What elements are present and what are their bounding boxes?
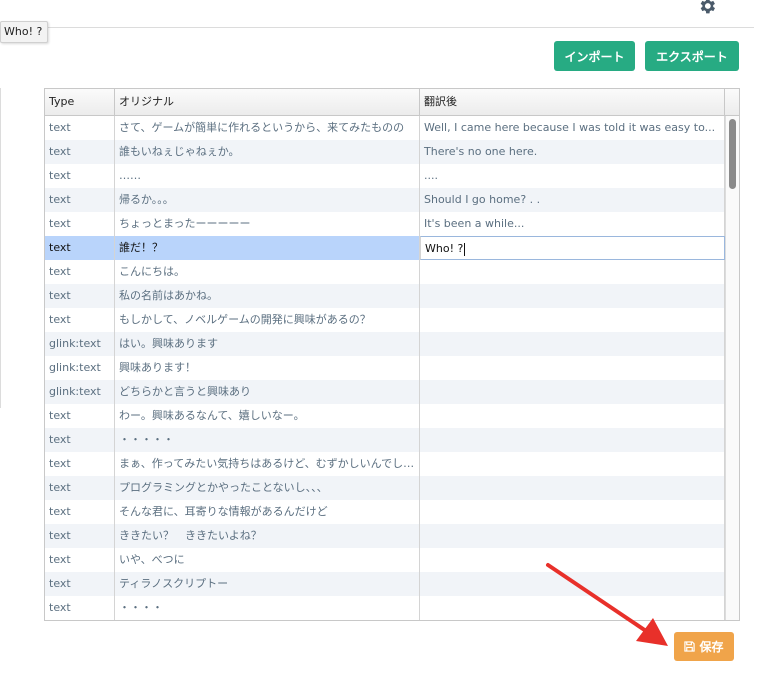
cell-original[interactable]: どちらかと言うと興味あり bbox=[115, 380, 420, 404]
cell-type[interactable]: text bbox=[45, 212, 115, 236]
text-caret bbox=[464, 242, 466, 256]
header-divider bbox=[0, 27, 754, 28]
cell-translation[interactable] bbox=[420, 260, 725, 284]
cell-type[interactable]: text bbox=[45, 548, 115, 572]
cell-type[interactable]: text bbox=[45, 404, 115, 428]
table-row[interactable]: text 私の名前はあかね。 bbox=[45, 284, 725, 308]
cell-original[interactable]: そんな君に、耳寄りな情報があるんだけど bbox=[115, 500, 420, 524]
save-button[interactable]: 保存 bbox=[674, 632, 734, 661]
cell-type[interactable]: text bbox=[45, 596, 115, 620]
table-row[interactable]: text そんな君に、耳寄りな情報があるんだけど bbox=[45, 500, 725, 524]
floppy-disk-icon bbox=[684, 641, 696, 652]
cell-translation[interactable]: Well, I came here because I was told it … bbox=[420, 116, 725, 140]
cell-original[interactable]: まぁ、作ってみたい気持ちはあるけど、むずかしいんでしょ? bbox=[115, 452, 420, 476]
cell-original[interactable]: …… bbox=[115, 164, 420, 188]
table-body: text さて、ゲームが簡単に作れるというから、来てみたものの Well, I ca… bbox=[45, 116, 725, 620]
table-row[interactable]: glink:text 興味あります！ bbox=[45, 356, 725, 380]
table-row[interactable]: text 誰もいねぇじゃねぇか。 There's no one here. bbox=[45, 140, 725, 164]
cell-translation[interactable]: .... bbox=[420, 164, 725, 188]
table-row[interactable]: text プログラミングとかやったことないし、、、 bbox=[45, 476, 725, 500]
table-row[interactable]: text…….... bbox=[45, 164, 725, 188]
cell-type[interactable]: text bbox=[45, 476, 115, 500]
cell-translation[interactable] bbox=[420, 332, 725, 356]
cell-original[interactable]: 私の名前はあかね。 bbox=[115, 284, 420, 308]
cell-type[interactable]: text bbox=[45, 452, 115, 476]
red-arrow-annotation bbox=[546, 563, 668, 646]
cell-original[interactable]: プログラミングとかやったことないし、、、 bbox=[115, 476, 420, 500]
table-row[interactable]: text さて、ゲームが簡単に作れるというから、来てみたものの Well, I ca… bbox=[45, 116, 725, 140]
cell-original[interactable]: ・・・・・ bbox=[115, 428, 420, 452]
left-panel-border bbox=[0, 88, 1, 408]
cell-original[interactable]: ・・・・ bbox=[115, 596, 420, 620]
column-header-translation[interactable]: 翻訳後 bbox=[420, 89, 725, 115]
cell-type[interactable]: text bbox=[45, 500, 115, 524]
gear-icon[interactable] bbox=[697, 0, 717, 16]
translation-input-value: Who! ? bbox=[425, 242, 464, 255]
cell-translation[interactable] bbox=[420, 524, 725, 548]
cell-original[interactable]: ちょっとまったーーーーー bbox=[115, 212, 420, 236]
cell-type[interactable]: text bbox=[45, 164, 115, 188]
cell-original[interactable]: 誰だ！？ bbox=[115, 236, 420, 260]
cell-type[interactable]: glink:text bbox=[45, 380, 115, 404]
cell-translation[interactable] bbox=[420, 404, 725, 428]
cell-original[interactable]: わー。興味あるなんて、嬉しいなー。 bbox=[115, 404, 420, 428]
table-row[interactable]: text 誰だ！？ Who! ? bbox=[45, 236, 725, 260]
table-header: Type オリジナル 翻訳後 bbox=[45, 89, 739, 116]
export-button[interactable]: エクスポート bbox=[645, 41, 739, 71]
cell-type[interactable]: text bbox=[45, 236, 115, 260]
table-row[interactable]: text わー。興味あるなんて、嬉しいなー。 bbox=[45, 404, 725, 428]
cell-type[interactable]: glink:text bbox=[45, 332, 115, 356]
table-row[interactable]: text こんにちは。 bbox=[45, 260, 725, 284]
cell-original[interactable]: 帰るか。。。 bbox=[115, 188, 420, 212]
cell-translation[interactable] bbox=[420, 476, 725, 500]
column-header-original[interactable]: オリジナル bbox=[115, 89, 420, 115]
cell-type[interactable]: text bbox=[45, 284, 115, 308]
cell-type[interactable]: text bbox=[45, 428, 115, 452]
cell-type[interactable]: text bbox=[45, 260, 115, 284]
cell-translation[interactable] bbox=[420, 284, 725, 308]
cell-original[interactable]: ティラノスクリプトー bbox=[115, 572, 420, 596]
cell-original[interactable]: 誰もいねぇじゃねぇか。 bbox=[115, 140, 420, 164]
cell-translation[interactable] bbox=[420, 452, 725, 476]
table-row[interactable]: text まぁ、作ってみたい気持ちはあるけど、むずかしいんでしょ? bbox=[45, 452, 725, 476]
cell-translation[interactable]: It's been a while... bbox=[420, 212, 725, 236]
cell-original[interactable]: さて、ゲームが簡単に作れるというから、来てみたものの bbox=[115, 116, 420, 140]
import-button[interactable]: インポート bbox=[554, 41, 635, 71]
cell-original[interactable]: こんにちは。 bbox=[115, 260, 420, 284]
cell-original[interactable]: はい。興味あります bbox=[115, 332, 420, 356]
translation-input[interactable]: Who! ? bbox=[420, 236, 725, 260]
scrollbar-thumb[interactable] bbox=[729, 119, 736, 189]
cell-type[interactable]: text bbox=[45, 308, 115, 332]
column-header-type[interactable]: Type bbox=[45, 89, 115, 115]
vertical-scrollbar[interactable] bbox=[725, 116, 739, 620]
cell-translation[interactable]: There's no one here. bbox=[420, 140, 725, 164]
cell-translation[interactable] bbox=[420, 428, 725, 452]
table-row[interactable]: text 帰るか。。。 Should I go home? . . bbox=[45, 188, 725, 212]
cell-translation[interactable] bbox=[420, 500, 725, 524]
tooltip: Who! ? bbox=[0, 21, 49, 43]
column-header-spacer bbox=[725, 89, 739, 115]
table-row[interactable]: text ききたい？ ききたいよね？ bbox=[45, 524, 725, 548]
table-row[interactable]: text ・・・・・ bbox=[45, 428, 725, 452]
cell-original[interactable]: もしかして、ノベルゲームの開発に興味があるの？ bbox=[115, 308, 420, 332]
cell-type[interactable]: glink:text bbox=[45, 356, 115, 380]
cell-type[interactable]: text bbox=[45, 572, 115, 596]
table-row[interactable]: glink:text はい。興味あります bbox=[45, 332, 725, 356]
table-row[interactable]: text ちょっとまったーーーーー It's been a while... bbox=[45, 212, 725, 236]
cell-translation[interactable] bbox=[420, 380, 725, 404]
table-row[interactable]: glink:text どちらかと言うと興味あり bbox=[45, 380, 725, 404]
cell-original[interactable]: いや、べつに bbox=[115, 548, 420, 572]
table-row[interactable]: text もしかして、ノベルゲームの開発に興味があるの？ bbox=[45, 308, 725, 332]
translation-table: Type オリジナル 翻訳後 text さて、ゲームが簡単に作れるというから、来て… bbox=[44, 88, 740, 621]
cell-type[interactable]: text bbox=[45, 188, 115, 212]
save-label: 保存 bbox=[699, 640, 724, 654]
cell-translation[interactable] bbox=[420, 356, 725, 380]
cell-type[interactable]: text bbox=[45, 524, 115, 548]
cell-type[interactable]: text bbox=[45, 116, 115, 140]
cell-original[interactable]: 興味あります！ bbox=[115, 356, 420, 380]
cell-type[interactable]: text bbox=[45, 140, 115, 164]
cell-translation[interactable]: Should I go home? . . bbox=[420, 188, 725, 212]
cell-translation[interactable] bbox=[420, 308, 725, 332]
cell-original[interactable]: ききたい？ ききたいよね？ bbox=[115, 524, 420, 548]
